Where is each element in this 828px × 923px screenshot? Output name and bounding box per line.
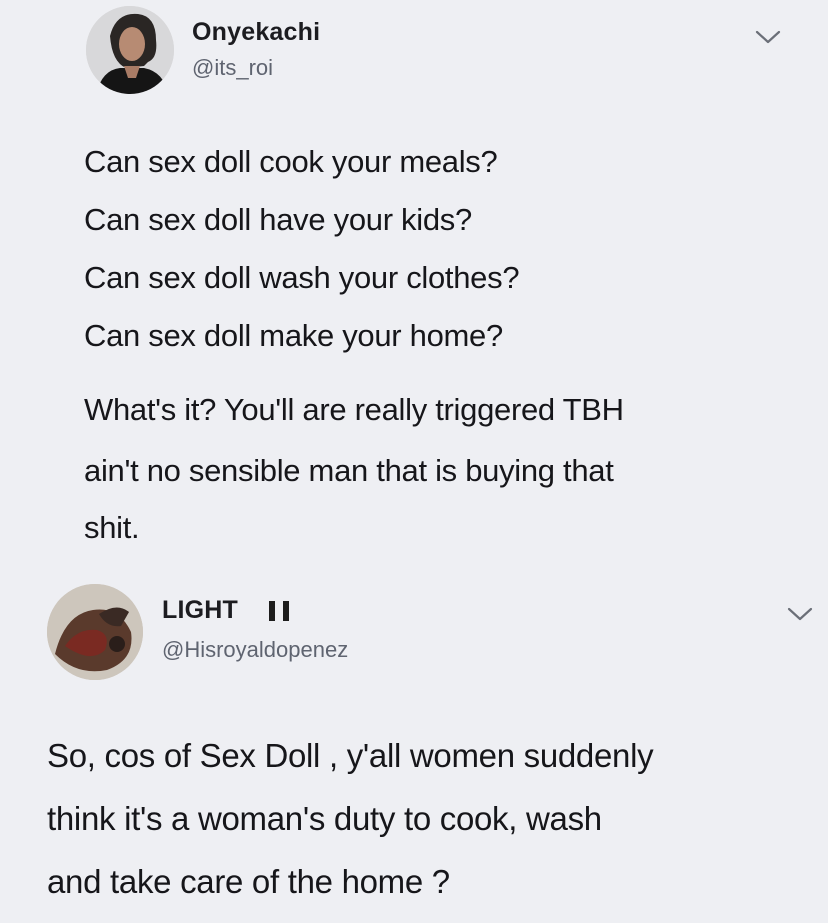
- tweet-line: Can sex doll have your kids?: [84, 202, 472, 237]
- tweet-line: So, cos of Sex Doll , y'all women sudden…: [47, 737, 654, 774]
- avatar[interactable]: [47, 584, 143, 680]
- tweet-line: Can sex doll make your home?: [84, 318, 503, 353]
- avatar[interactable]: [86, 6, 174, 94]
- chevron-down-icon[interactable]: [786, 604, 814, 624]
- author-name[interactable]: Onyekachi: [192, 18, 320, 47]
- tweet-line: and take care of the home ?: [47, 863, 450, 900]
- tweet-onyekachi: Onyekachi @its_roi Can sex doll cook you…: [0, 0, 828, 570]
- tweet-line: Can sex doll wash your clothes?: [84, 260, 520, 295]
- tweet-line: ain't no sensible man that is buying tha…: [84, 453, 614, 488]
- tweet-line: What's it? You'll are really triggered T…: [84, 392, 624, 427]
- tweet-line: shit.: [84, 510, 140, 545]
- author-name[interactable]: LIGHT: [162, 596, 238, 625]
- tweet-line: think it's a woman's duty to cook, wash: [47, 800, 602, 837]
- nigeria-flag-icon: [263, 601, 293, 621]
- tweet-line: Can sex doll cook your meals?: [84, 144, 498, 179]
- avatar-photo: [47, 584, 143, 680]
- avatar-photo: [86, 6, 174, 94]
- chevron-down-icon[interactable]: [754, 27, 782, 47]
- author-handle[interactable]: @Hisroyaldopenez: [162, 637, 348, 663]
- author-handle[interactable]: @its_roi: [192, 55, 273, 81]
